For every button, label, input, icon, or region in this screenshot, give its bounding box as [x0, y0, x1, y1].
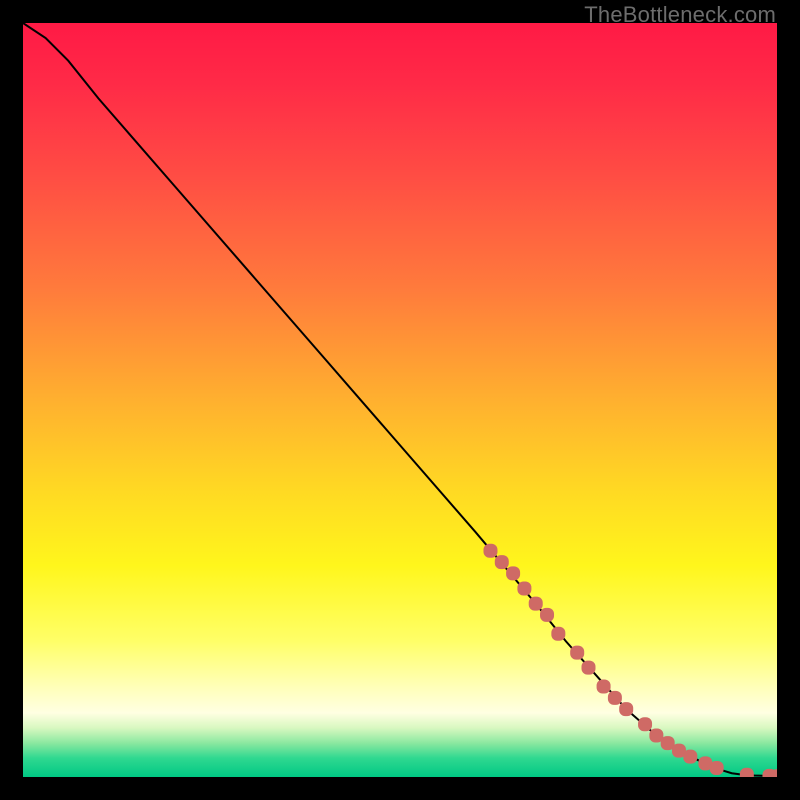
plot-area: [23, 23, 777, 777]
data-marker: [540, 608, 554, 622]
data-marker: [529, 597, 543, 611]
data-marker: [710, 761, 724, 775]
data-marker: [608, 691, 622, 705]
data-marker: [597, 680, 611, 694]
data-marker: [619, 702, 633, 716]
data-marker: [506, 566, 520, 580]
data-marker: [551, 627, 565, 641]
data-marker: [517, 582, 531, 596]
data-marker: [570, 646, 584, 660]
data-marker: [638, 717, 652, 731]
data-marker: [495, 555, 509, 569]
chart-svg: [23, 23, 777, 777]
chart-stage: TheBottleneck.com: [0, 0, 800, 800]
data-marker: [582, 661, 596, 675]
data-marker: [683, 750, 697, 764]
gradient-bg: [23, 23, 777, 777]
data-marker: [483, 544, 497, 558]
